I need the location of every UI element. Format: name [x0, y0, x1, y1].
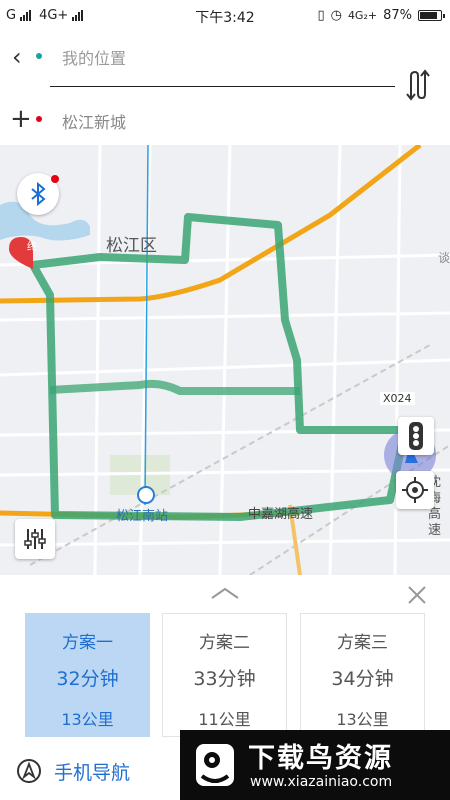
notification-dot	[51, 175, 59, 183]
close-icon[interactable]	[405, 583, 429, 607]
road-label: 中嘉湖高速	[248, 507, 314, 522]
plan-name: 方案一	[62, 633, 113, 653]
traffic-button[interactable]	[398, 417, 434, 455]
destination-dot	[36, 116, 42, 122]
add-waypoint-icon[interactable]: +	[10, 106, 32, 132]
plan-time: 32分钟	[56, 668, 119, 690]
road-code-label: X024	[380, 392, 415, 405]
divider	[50, 86, 395, 87]
watermark-title: 下载鸟资源	[248, 743, 393, 774]
station-label: 松江南站	[116, 509, 169, 524]
crosshair-icon	[402, 477, 428, 503]
navigation-icon	[17, 759, 41, 783]
plan-distance: 13公里	[61, 710, 114, 729]
sliders-icon	[24, 529, 46, 549]
phone-navigation-button[interactable]: 手机导航	[16, 756, 130, 786]
battery-icon	[418, 10, 445, 21]
vibrate-icon: ▯	[317, 8, 325, 23]
locate-button[interactable]	[396, 471, 434, 509]
district-label: 松江区	[106, 236, 157, 256]
plan-distance: 11公里	[198, 710, 251, 729]
plan-name: 方案三	[337, 633, 388, 653]
plan-time: 34分钟	[331, 668, 394, 690]
map-canvas	[0, 145, 450, 575]
settings-button[interactable]	[15, 519, 55, 559]
origin-input[interactable]: 我的位置	[62, 45, 126, 69]
watermark-banner: 下载鸟资源 www.xiazainiao.com	[180, 730, 450, 800]
back-icon[interactable]: ‹	[12, 42, 34, 72]
end-marker-label: 终	[27, 242, 37, 253]
map-view[interactable]: 松江区 松江南站 中嘉湖高速 X024 沈海高速 谈 终	[0, 145, 450, 575]
bird-logo-icon	[196, 744, 234, 786]
swap-route-icon[interactable]	[404, 68, 432, 102]
plan-distance: 13公里	[336, 710, 389, 729]
chevron-up-icon[interactable]	[209, 585, 241, 601]
plan-card-2[interactable]: 方案二 33分钟 11公里	[162, 613, 287, 737]
edge-label: 谈	[438, 251, 450, 265]
traffic-light-icon	[409, 422, 423, 450]
status-bar: G 4G+ 下午3:42 ▯ ◷ 4G₂+ 87%	[0, 0, 450, 32]
plan-card-1[interactable]: 方案一 32分钟 13公里	[25, 613, 150, 737]
plan-card-3[interactable]: 方案三 34分钟 13公里	[300, 613, 425, 737]
battery-percent: 87%	[383, 8, 412, 23]
watermark-url: www.xiazainiao.com	[250, 774, 393, 790]
plan-time: 33分钟	[193, 668, 256, 690]
alarm-icon: ◷	[330, 8, 342, 23]
destination-input[interactable]: 松江新城	[62, 109, 126, 133]
plan-name: 方案二	[199, 633, 250, 653]
origin-dot	[36, 53, 42, 59]
nav-label: 手机导航	[54, 761, 131, 784]
network-type: 4G₂+	[347, 9, 378, 22]
route-header: ‹ 我的位置 + 松江新城	[0, 32, 450, 145]
